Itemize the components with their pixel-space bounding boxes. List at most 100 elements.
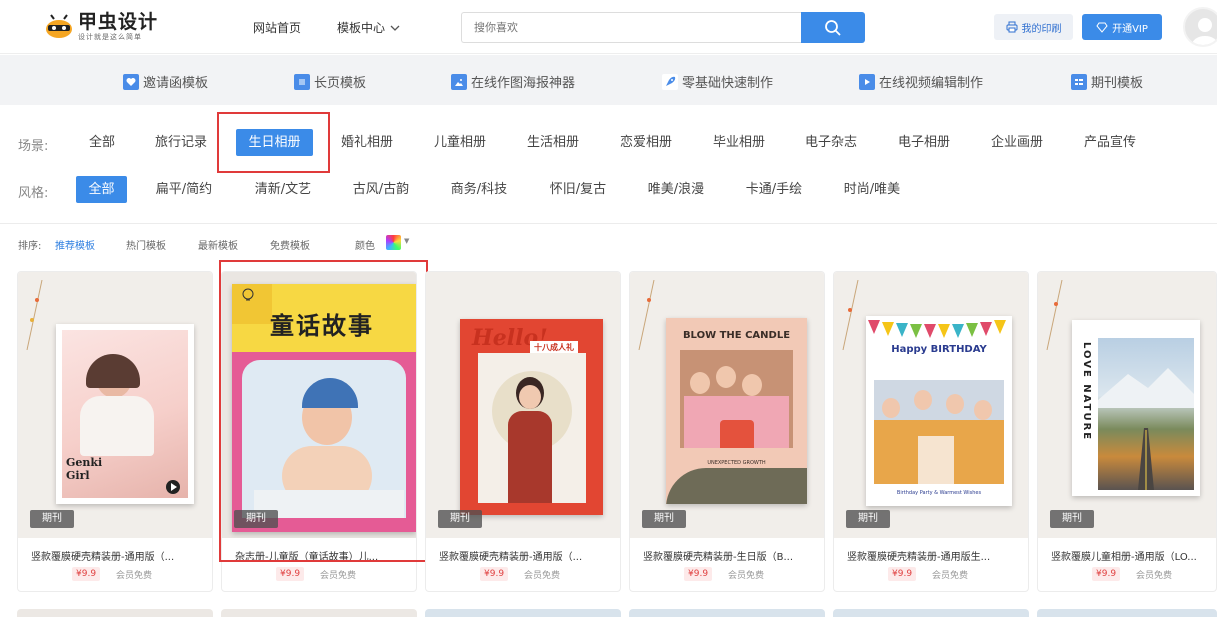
play-icon [166,480,180,494]
template-card-next-row[interactable] [221,609,417,617]
card-title[interactable]: 竖款覆膜硬壳精装册-通用版生... [847,548,1019,563]
category-long-page[interactable]: 长页模板 [294,72,366,91]
template-card[interactable]: LOVE NATURE 期刊 竖款覆膜儿童相册-通用版（LO... ¥9.9 会… [1037,271,1217,592]
cover-subtitle: UNEXPECTED GROWTH [707,460,766,466]
beetle-logo-icon [44,14,74,40]
color-picker-swatch[interactable] [386,235,401,250]
style-fresh[interactable]: 清新/文艺 [249,176,317,203]
cover-title: Happy BIRTHDAY [891,344,987,355]
my-print-button[interactable]: 我的印刷 [994,14,1073,40]
image-icon [451,73,467,90]
open-vip-label: 开通VIP [1112,23,1148,35]
style-cartoon[interactable]: 卡通/手绘 [740,176,808,203]
template-thumbnail[interactable]: Hello! 十八成人礼 [426,272,620,538]
style-business[interactable]: 商务/科技 [445,176,513,203]
template-thumbnail[interactable]: Genki Girl [18,272,212,538]
template-card-next-row[interactable] [833,609,1029,617]
card-member-free: 会员免费 [1136,571,1173,581]
site-logo[interactable]: 甲虫设计 设计就是这么简单 [44,12,174,42]
card-title[interactable]: 竖款覆膜硬壳精装册-生日版（B... [643,548,815,563]
rocket-icon [662,73,678,90]
style-ancient[interactable]: 古风/古韵 [347,176,415,203]
category-magazine[interactable]: 期刊模板 [1071,72,1143,91]
category-label: 零基础快速制作 [682,76,774,91]
scene-wedding[interactable]: 婚礼相册 [336,129,398,156]
scene-product[interactable]: 产品宣传 [1079,129,1141,156]
long-page-icon [294,73,310,90]
style-fashion[interactable]: 时尚/唯美 [838,176,906,203]
category-label: 长页模板 [314,76,367,91]
template-card-next-row[interactable] [425,609,621,617]
card-member-free: 会员免费 [116,571,153,581]
sort-latest[interactable]: 最新模板 [198,237,238,252]
diamond-icon [1096,22,1108,33]
scene-love[interactable]: 恋爱相册 [615,129,677,156]
color-filter-label: 颜色 [355,241,375,252]
sort-recommended[interactable]: 推荐模板 [55,237,95,252]
template-card[interactable]: Hello! 十八成人礼 期刊 竖款覆膜硬壳精装册-通用版（... ¥9.9 会… [425,271,621,592]
template-card-next-row[interactable] [1037,609,1217,617]
template-thumbnail[interactable]: Happy BIRTHDAY Birthday Party & Warmest … [834,272,1028,538]
template-card[interactable]: BLOW THE CANDLE UNEXPECTED GROWTH 期刊 竖款覆… [629,271,825,592]
card-title[interactable]: 竖款覆膜硬壳精装册-通用版（... [31,548,203,563]
bunting-flags-icon [868,320,1006,338]
card-title[interactable]: 竖款覆膜儿童相册-通用版（LO... [1051,548,1211,563]
scene-all[interactable]: 全部 [80,129,124,156]
scene-corporate[interactable]: 企业画册 [986,129,1048,156]
caret-down-icon[interactable]: ▼ [404,237,409,245]
nav-templates-link[interactable]: 模板中心 [337,19,401,36]
search-input[interactable] [461,12,802,43]
open-vip-button[interactable]: 开通VIP [1082,14,1162,40]
category-video[interactable]: 在线视频编辑制作 [859,72,983,91]
logo-slogan: 设计就是这么简单 [78,33,142,41]
style-romantic[interactable]: 唯美/浪漫 [642,176,710,203]
category-label: 在线作图海报神器 [471,76,576,91]
magazine-icon [1071,73,1087,90]
highlight-box-card [219,260,428,562]
search-icon [825,19,841,36]
category-invitation[interactable]: 邀请函模板 [123,72,208,91]
template-thumbnail[interactable]: LOVE NATURE [1038,272,1216,538]
template-thumbnail[interactable]: BLOW THE CANDLE UNEXPECTED GROWTH [630,272,824,538]
template-card-next-row[interactable] [629,609,825,617]
card-price: ¥9.9 [684,567,713,581]
style-all[interactable]: 全部 [76,176,127,203]
card-tag: 期刊 [642,510,686,528]
category-label: 邀请函模板 [143,76,209,91]
category-label: 在线视频编辑制作 [879,76,984,91]
card-member-free: 会员免费 [932,571,969,581]
scene-travel[interactable]: 旅行记录 [150,129,212,156]
card-price: ¥9.9 [276,567,305,581]
style-retro[interactable]: 怀旧/复古 [544,176,612,203]
style-flat[interactable]: 扁平/简约 [150,176,218,203]
nav-home-link[interactable]: 网站首页 [253,19,301,36]
card-title[interactable]: 竖款覆膜硬壳精装册-通用版（... [439,548,611,563]
my-print-label: 我的印刷 [1021,23,1062,35]
nav-templates-label: 模板中心 [337,21,386,35]
template-card-next-row[interactable] [17,609,213,617]
category-label: 期刊模板 [1091,76,1144,91]
user-icon [1192,18,1217,45]
scene-emagazine[interactable]: 电子杂志 [800,129,862,156]
scene-ealbum[interactable]: 电子相册 [893,129,955,156]
decor-sprig-icon [842,280,859,350]
user-avatar[interactable] [1183,7,1217,47]
card-tag: 期刊 [438,510,482,528]
cover-title: BLOW THE CANDLE [682,330,791,341]
template-card[interactable]: Happy BIRTHDAY Birthday Party & Warmest … [833,271,1029,592]
sort-free[interactable]: 免费模板 [270,237,310,252]
template-card[interactable]: Genki Girl 期刊 竖款覆膜硬壳精装册-通用版（... ¥9.9 会员免… [17,271,213,592]
search-button[interactable] [801,12,865,43]
site-header: 甲虫设计 设计就是这么简单 网站首页 模板中心 我的印刷 开通VIP [0,0,1217,54]
scene-children[interactable]: 儿童相册 [429,129,491,156]
card-member-free: 会员免费 [524,571,561,581]
scene-life[interactable]: 生活相册 [522,129,584,156]
category-quick[interactable]: 零基础快速制作 [662,72,773,91]
category-bar: 邀请函模板 长页模板 在线作图海报神器 零基础快速制作 在线视频编辑制作 期刊模… [0,55,1217,105]
decor-sprig-icon [1046,280,1063,350]
category-poster[interactable]: 在线作图海报神器 [451,72,575,91]
filter-divider [0,223,1217,224]
card-price: ¥9.9 [72,567,101,581]
sort-popular[interactable]: 热门模板 [126,237,166,252]
scene-graduation[interactable]: 毕业相册 [708,129,770,156]
